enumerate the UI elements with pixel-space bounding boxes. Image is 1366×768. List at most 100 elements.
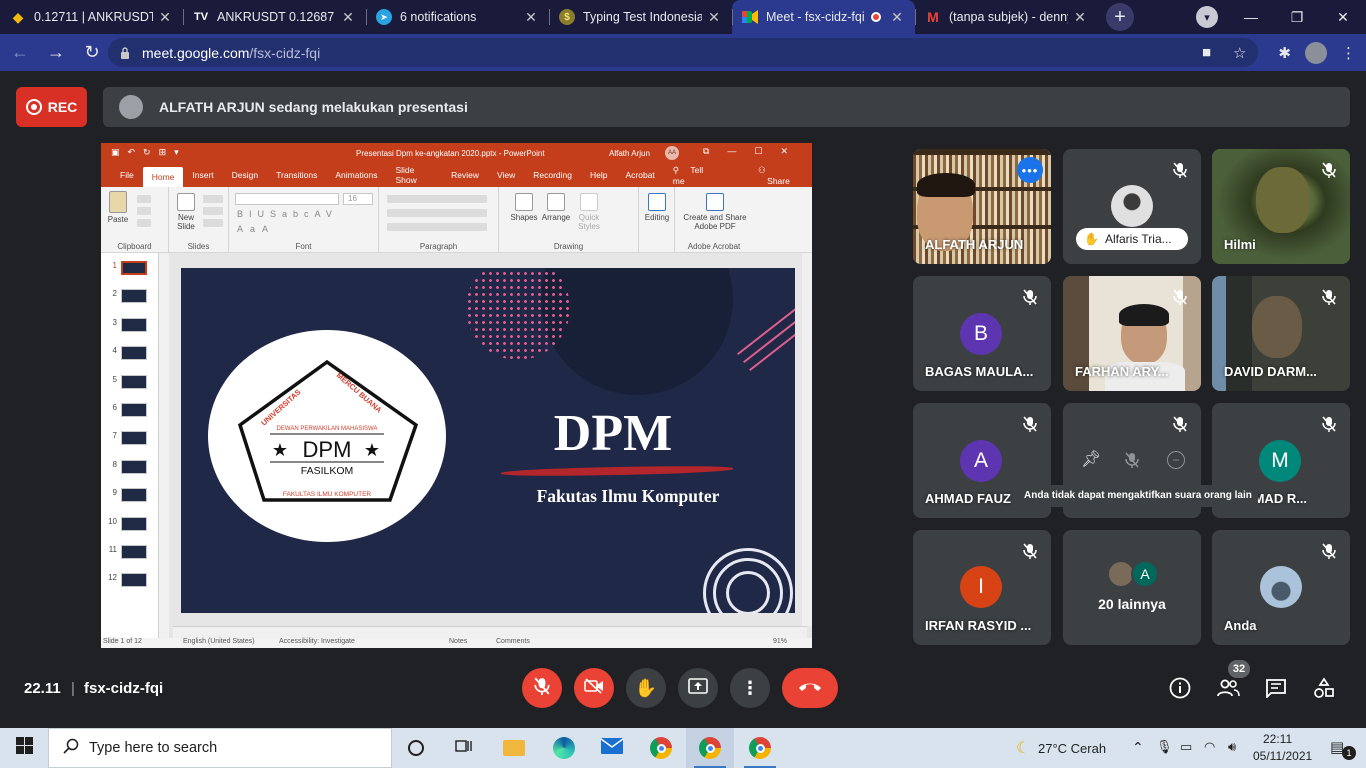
slide-vertical-scrollbar[interactable] <box>802 253 812 626</box>
close-window-button[interactable]: ✕ <box>1320 9 1366 26</box>
wifi-icon[interactable]: ◠ <box>1204 739 1215 755</box>
new-tab-button[interactable]: + <box>1106 3 1134 31</box>
people-icon[interactable] <box>1216 676 1240 700</box>
address-bar[interactable]: meet.google.com/fsx-cidz-fqi ■ ☆ <box>108 38 1258 67</box>
toggle-microphone-button[interactable] <box>522 668 562 708</box>
close-tab-icon[interactable]: ✕ <box>523 9 539 26</box>
browser-tab-meet[interactable]: Meet - fsx-cidz-fqi ✕ <box>732 0 915 34</box>
close-tab-icon[interactable]: ✕ <box>157 9 173 26</box>
remove-participant-icon[interactable]: − <box>1167 451 1185 469</box>
ribbon-tab-recording[interactable]: Recording <box>524 170 581 180</box>
tab-search-chevron-icon[interactable]: ▾ <box>1196 6 1218 28</box>
font-format-buttons[interactable]: BIUSabcAV <box>237 209 338 219</box>
cortana-button[interactable] <box>392 728 440 768</box>
more-options-button[interactable]: ⋮ <box>730 668 770 708</box>
battery-icon[interactable]: ▭ <box>1180 739 1192 755</box>
shapes-button[interactable]: Shapes <box>507 193 541 222</box>
mic-in-use-icon[interactable]: 🎙︎ <box>1156 739 1173 755</box>
create-share-pdf-button[interactable]: Create and Share Adobe PDF <box>677 193 753 231</box>
participant-tile-david[interactable]: DAVID DARM... <box>1212 276 1350 391</box>
ribbon-share[interactable]: ⚇ Share <box>749 165 812 186</box>
slide-thumbnail[interactable]: 7 <box>105 431 155 446</box>
close-tab-icon[interactable]: ✕ <box>340 9 356 26</box>
font-size-dropdown[interactable]: 16 <box>343 193 373 205</box>
arrange-button[interactable]: Arrange <box>539 193 573 222</box>
browser-tab-tradingview[interactable]: TV ANKRUSDT 0.12687 ▲ ✕ <box>183 0 366 34</box>
close-tab-icon[interactable]: ✕ <box>1072 9 1088 26</box>
ribbon-tab-slideshow[interactable]: Slide Show <box>386 165 442 185</box>
browser-menu-icon[interactable]: ⋮ <box>1341 44 1356 62</box>
toggle-camera-button[interactable] <box>574 668 614 708</box>
ribbon-tab-acrobat[interactable]: Acrobat <box>616 170 663 180</box>
slide-thumbnail[interactable]: 8 <box>105 459 155 474</box>
leave-call-button[interactable] <box>782 668 838 708</box>
browser-tab-telegram[interactable]: ➤ 6 notifications ✕ <box>366 0 549 34</box>
activities-icon[interactable] <box>1312 676 1336 700</box>
slide-canvas[interactable]: UNIVERSITAS MERCU BUANA DEWAN PERWAKILAN… <box>181 268 795 613</box>
slide-thumbnail[interactable]: 5 <box>105 374 155 389</box>
chat-icon[interactable] <box>1264 676 1288 700</box>
edge-button[interactable] <box>540 728 588 768</box>
participant-tile-hilmi[interactable]: Hilmi <box>1212 149 1350 264</box>
present-screen-button[interactable] <box>678 668 718 708</box>
ribbon-tab-transitions[interactable]: Transitions <box>267 170 326 180</box>
ribbon-tab-file[interactable]: File <box>111 170 143 180</box>
hand-raise-chip[interactable]: ✋ Alfaris Tria... <box>1076 228 1188 250</box>
ribbon-tab-home[interactable]: Home <box>142 167 184 187</box>
new-slide-button[interactable]: New Slide <box>173 193 199 231</box>
task-view-button[interactable] <box>440 728 488 768</box>
status-notes[interactable]: Notes <box>449 638 467 645</box>
status-zoom[interactable]: 91% <box>773 638 787 645</box>
mail-button[interactable] <box>588 728 636 768</box>
camera-in-use-icon[interactable]: ■ <box>1202 44 1211 61</box>
bookmark-star-icon[interactable]: ☆ <box>1233 44 1246 62</box>
taskbar-search-box[interactable]: Type here to search <box>48 728 392 768</box>
pin-icon[interactable]: 📌︎ <box>1081 449 1101 469</box>
extensions-puzzle-icon[interactable]: ✱ <box>1278 44 1291 62</box>
slide-thumbnail[interactable]: 9 <box>105 488 155 503</box>
tray-date[interactable]: 05/11/2021 <box>1253 749 1312 763</box>
ribbon-tab-insert[interactable]: Insert <box>183 170 222 180</box>
slide-thumbnail[interactable]: 11 <box>105 545 155 559</box>
meeting-details-icon[interactable] <box>1168 676 1192 700</box>
restore-button[interactable]: ❐ <box>1274 9 1320 26</box>
slide-thumbnail[interactable]: 6 <box>105 403 155 417</box>
participant-tile-others[interactable]: A 20 lainnya <box>1063 530 1201 645</box>
more-options-icon[interactable]: ••• <box>1017 157 1043 183</box>
minimize-button[interactable]: — <box>1228 9 1274 25</box>
mute-participant-button[interactable] <box>1118 446 1146 474</box>
raise-hand-button[interactable]: ✋ <box>626 668 666 708</box>
forward-arrow-icon[interactable]: → <box>40 37 72 69</box>
ribbon-tab-design[interactable]: Design <box>223 170 267 180</box>
chrome-button[interactable] <box>637 728 685 768</box>
browser-tab-binance[interactable]: ◆ 0.12711 | ANKRUSDT | ✕ <box>0 0 183 34</box>
ribbon-tab-tell-me[interactable]: ⚲ Tell me <box>664 165 729 186</box>
participant-tile-irfan[interactable]: I IRFAN RASYID ... <box>913 530 1051 645</box>
ribbon-tab-help[interactable]: Help <box>581 170 616 180</box>
thumbnail-scrollbar[interactable] <box>159 253 169 638</box>
profile-avatar[interactable] <box>1305 41 1327 64</box>
slide-thumbnail[interactable]: 1 <box>105 261 155 275</box>
file-explorer-button[interactable] <box>490 728 538 768</box>
close-tab-icon[interactable]: ✕ <box>706 9 722 26</box>
slide-horizontal-scrollbar[interactable] <box>173 626 807 638</box>
status-comments[interactable]: Comments <box>496 638 530 645</box>
shared-screen[interactable]: ▣↶↻⊞▾ Presentasi Dpm ke-angkatan 2020.pp… <box>101 143 812 648</box>
quick-styles-button[interactable]: Quick Styles <box>575 193 603 231</box>
browser-tab-gmail[interactable]: M (tanpa subjek) - denny ✕ <box>915 0 1098 34</box>
slide-thumbnail[interactable]: 3 <box>105 317 155 332</box>
reload-icon[interactable]: ↻ <box>76 37 108 69</box>
back-arrow-icon[interactable]: ← <box>4 37 36 69</box>
slide-thumbnail[interactable]: 4 <box>105 346 155 361</box>
slide-thumbnail[interactable]: 10 <box>105 516 155 531</box>
recording-button[interactable]: REC <box>16 87 87 127</box>
weather-text[interactable]: 27°C Cerah <box>1038 741 1106 756</box>
participant-tile-farhan[interactable]: FARHAN ARY... <box>1063 276 1201 391</box>
ribbon-tab-animations[interactable]: Animations <box>326 170 386 180</box>
paste-button[interactable]: Paste <box>105 191 131 224</box>
start-button[interactable] <box>0 728 48 768</box>
font-color-buttons[interactable]: AaA <box>237 224 275 234</box>
participant-tile-alfath-arjun[interactable]: ••• ALFATH ARJUN <box>913 149 1051 264</box>
slide-thumbnail[interactable]: 12 <box>105 573 155 588</box>
ribbon-tab-view[interactable]: View <box>488 170 524 180</box>
